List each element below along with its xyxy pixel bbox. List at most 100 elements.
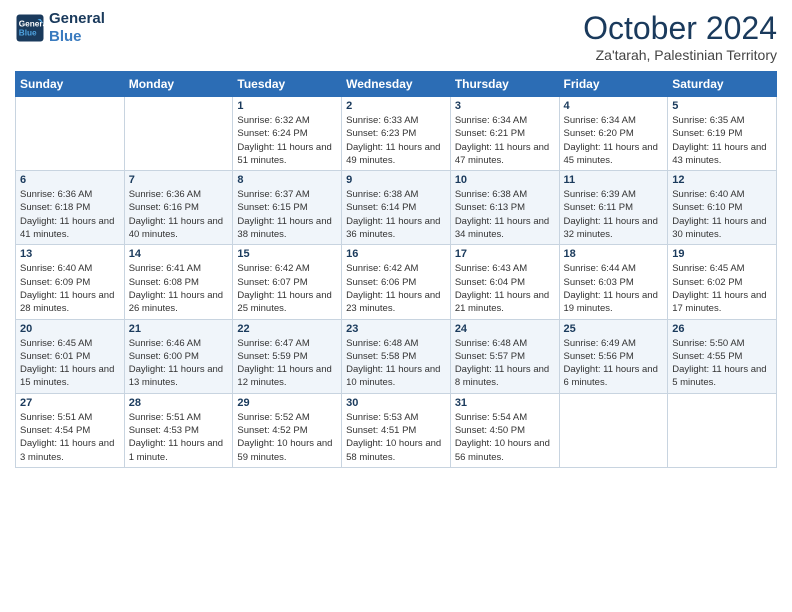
- calendar-cell: 19 Sunrise: 6:45 AM Sunset: 6:02 PM Dayli…: [668, 245, 777, 319]
- calendar-cell: 22Sunrise: 6:47 AM Sunset: 5:59 PM Dayli…: [233, 319, 342, 393]
- day-info: Sunrise: 6:33 AM Sunset: 6:23 PM Dayligh…: [346, 114, 446, 167]
- day-info: Sunrise: 6:47 AM Sunset: 5:59 PM Dayligh…: [237, 337, 337, 390]
- day-info: Sunrise: 6:34 AM Sunset: 6:21 PM Dayligh…: [455, 114, 555, 167]
- day-number: 5: [672, 100, 772, 112]
- day-number: 25: [564, 323, 664, 335]
- day-info: Sunrise: 6:35 AM Sunset: 6:19 PM Dayligh…: [672, 114, 772, 167]
- day-number: 29: [237, 397, 337, 409]
- day-info: Sunrise: 6:42 AM Sunset: 6:07 PM Dayligh…: [237, 262, 337, 315]
- day-number: 19: [672, 248, 772, 260]
- calendar-cell: 28 Sunrise: 5:51 AM Sunset: 4:53 PM Dayli…: [124, 393, 233, 467]
- weekday-header-row: SundayMondayTuesdayWednesdayThursdayFrid…: [16, 72, 777, 97]
- day-info: Sunrise: 5:52 AM Sunset: 4:52 PM Dayligh…: [237, 411, 337, 464]
- day-info: Sunrise: 6:42 AM Sunset: 6:06 PM Dayligh…: [346, 262, 446, 315]
- day-info: Sunrise: 6:45 AM Sunset: 6:01 PM Dayligh…: [20, 337, 120, 390]
- day-number: 28: [129, 397, 229, 409]
- weekday-header-friday: Friday: [559, 72, 668, 97]
- day-info: Sunrise: 6:34 AM Sunset: 6:20 PM Dayligh…: [564, 114, 664, 167]
- day-info: Sunrise: 6:43 AM Sunset: 6:04 PM Dayligh…: [455, 262, 555, 315]
- logo-blue: Blue: [49, 28, 105, 46]
- day-number: 9: [346, 174, 446, 186]
- calendar-week-2: 6 Sunrise: 6:36 AM Sunset: 6:18 PM Daylig…: [16, 171, 777, 245]
- calendar-week-1: 1Sunrise: 6:32 AM Sunset: 6:24 PM Daylig…: [16, 97, 777, 171]
- calendar-cell: 20Sunrise: 6:45 AM Sunset: 6:01 PM Dayli…: [16, 319, 125, 393]
- calendar-cell: [16, 97, 125, 171]
- weekday-header-wednesday: Wednesday: [342, 72, 451, 97]
- svg-text:Blue: Blue: [19, 29, 37, 38]
- calendar-cell: 17 Sunrise: 6:43 AM Sunset: 6:04 PM Dayli…: [450, 245, 559, 319]
- page: General Blue General Blue October 2024 Z…: [0, 0, 792, 612]
- calendar-cell: 31 Sunrise: 5:54 AM Sunset: 4:50 PM Dayli…: [450, 393, 559, 467]
- day-number: 27: [20, 397, 120, 409]
- day-info: Sunrise: 6:40 AM Sunset: 6:10 PM Dayligh…: [672, 188, 772, 241]
- day-number: 14: [129, 248, 229, 260]
- calendar-cell: 4Sunrise: 6:34 AM Sunset: 6:20 PM Daylig…: [559, 97, 668, 171]
- day-number: 7: [129, 174, 229, 186]
- day-info: Sunrise: 6:48 AM Sunset: 5:57 PM Dayligh…: [455, 337, 555, 390]
- weekday-header-thursday: Thursday: [450, 72, 559, 97]
- logo-icon: General Blue: [15, 13, 45, 43]
- day-info: Sunrise: 6:44 AM Sunset: 6:03 PM Dayligh…: [564, 262, 664, 315]
- day-info: Sunrise: 6:38 AM Sunset: 6:14 PM Dayligh…: [346, 188, 446, 241]
- day-info: Sunrise: 6:45 AM Sunset: 6:02 PM Dayligh…: [672, 262, 772, 315]
- day-number: 21: [129, 323, 229, 335]
- day-info: Sunrise: 6:48 AM Sunset: 5:58 PM Dayligh…: [346, 337, 446, 390]
- calendar-week-4: 20Sunrise: 6:45 AM Sunset: 6:01 PM Dayli…: [16, 319, 777, 393]
- day-number: 24: [455, 323, 555, 335]
- calendar-cell: 21Sunrise: 6:46 AM Sunset: 6:00 PM Dayli…: [124, 319, 233, 393]
- day-number: 18: [564, 248, 664, 260]
- day-info: Sunrise: 5:54 AM Sunset: 4:50 PM Dayligh…: [455, 411, 555, 464]
- day-info: Sunrise: 6:40 AM Sunset: 6:09 PM Dayligh…: [20, 262, 120, 315]
- weekday-header-saturday: Saturday: [668, 72, 777, 97]
- location-title: Za'tarah, Palestinian Territory: [583, 47, 777, 63]
- calendar-cell: 8Sunrise: 6:37 AM Sunset: 6:15 PM Daylig…: [233, 171, 342, 245]
- calendar-cell: 15 Sunrise: 6:42 AM Sunset: 6:07 PM Dayli…: [233, 245, 342, 319]
- day-number: 2: [346, 100, 446, 112]
- day-number: 31: [455, 397, 555, 409]
- calendar-cell: 30Sunrise: 5:53 AM Sunset: 4:51 PM Dayli…: [342, 393, 451, 467]
- calendar-cell: [668, 393, 777, 467]
- calendar-cell: 10Sunrise: 6:38 AM Sunset: 6:13 PM Dayli…: [450, 171, 559, 245]
- calendar-cell: 6 Sunrise: 6:36 AM Sunset: 6:18 PM Daylig…: [16, 171, 125, 245]
- calendar-week-3: 13Sunrise: 6:40 AM Sunset: 6:09 PM Dayli…: [16, 245, 777, 319]
- day-info: Sunrise: 6:36 AM Sunset: 6:18 PM Dayligh…: [20, 188, 120, 241]
- day-number: 12: [672, 174, 772, 186]
- day-info: Sunrise: 6:39 AM Sunset: 6:11 PM Dayligh…: [564, 188, 664, 241]
- calendar-cell: 26Sunrise: 5:50 AM Sunset: 4:55 PM Dayli…: [668, 319, 777, 393]
- calendar-cell: 27 Sunrise: 5:51 AM Sunset: 4:54 PM Dayli…: [16, 393, 125, 467]
- calendar-cell: 11 Sunrise: 6:39 AM Sunset: 6:11 PM Dayli…: [559, 171, 668, 245]
- day-number: 15: [237, 248, 337, 260]
- day-info: Sunrise: 5:51 AM Sunset: 4:54 PM Dayligh…: [20, 411, 120, 464]
- day-info: Sunrise: 6:49 AM Sunset: 5:56 PM Dayligh…: [564, 337, 664, 390]
- calendar-body: 1Sunrise: 6:32 AM Sunset: 6:24 PM Daylig…: [16, 97, 777, 468]
- day-number: 17: [455, 248, 555, 260]
- calendar-cell: 23Sunrise: 6:48 AM Sunset: 5:58 PM Dayli…: [342, 319, 451, 393]
- calendar-week-5: 27 Sunrise: 5:51 AM Sunset: 4:54 PM Dayli…: [16, 393, 777, 467]
- calendar-cell: 18 Sunrise: 6:44 AM Sunset: 6:03 PM Dayli…: [559, 245, 668, 319]
- calendar-cell: 2 Sunrise: 6:33 AM Sunset: 6:23 PM Daylig…: [342, 97, 451, 171]
- calendar-cell: 24 Sunrise: 6:48 AM Sunset: 5:57 PM Dayli…: [450, 319, 559, 393]
- calendar-cell: 3 Sunrise: 6:34 AM Sunset: 6:21 PM Daylig…: [450, 97, 559, 171]
- calendar-table: SundayMondayTuesdayWednesdayThursdayFrid…: [15, 71, 777, 468]
- calendar-cell: 12 Sunrise: 6:40 AM Sunset: 6:10 PM Dayli…: [668, 171, 777, 245]
- weekday-header-sunday: Sunday: [16, 72, 125, 97]
- calendar-cell: 13Sunrise: 6:40 AM Sunset: 6:09 PM Dayli…: [16, 245, 125, 319]
- day-number: 6: [20, 174, 120, 186]
- calendar-cell: 5 Sunrise: 6:35 AM Sunset: 6:19 PM Daylig…: [668, 97, 777, 171]
- day-info: Sunrise: 5:51 AM Sunset: 4:53 PM Dayligh…: [129, 411, 229, 464]
- title-block: October 2024 Za'tarah, Palestinian Terri…: [583, 10, 777, 63]
- calendar-cell: 1Sunrise: 6:32 AM Sunset: 6:24 PM Daylig…: [233, 97, 342, 171]
- day-info: Sunrise: 6:41 AM Sunset: 6:08 PM Dayligh…: [129, 262, 229, 315]
- day-number: 16: [346, 248, 446, 260]
- header: General Blue General Blue October 2024 Z…: [15, 10, 777, 63]
- logo-general: General: [49, 10, 105, 28]
- day-number: 3: [455, 100, 555, 112]
- day-number: 26: [672, 323, 772, 335]
- day-info: Sunrise: 6:32 AM Sunset: 6:24 PM Dayligh…: [237, 114, 337, 167]
- weekday-header-monday: Monday: [124, 72, 233, 97]
- calendar-cell: 9 Sunrise: 6:38 AM Sunset: 6:14 PM Daylig…: [342, 171, 451, 245]
- day-number: 30: [346, 397, 446, 409]
- day-number: 11: [564, 174, 664, 186]
- logo: General Blue General Blue: [15, 10, 105, 46]
- day-number: 8: [237, 174, 337, 186]
